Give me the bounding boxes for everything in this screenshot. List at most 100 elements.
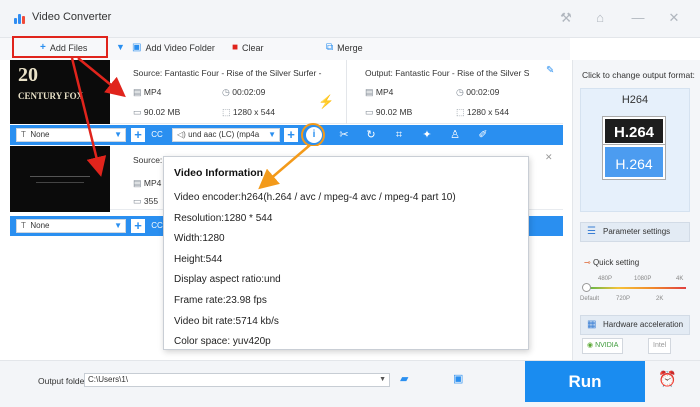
output-format-name: H264: [621, 94, 649, 106]
hardware-acceleration-button[interactable]: ▦ Hardware acceleration: [580, 315, 690, 335]
open-folder-icon[interactable]: ▰: [400, 372, 408, 385]
quality-slider-knob[interactable]: [582, 283, 591, 292]
nvidia-logo[interactable]: ◉ NVIDIA: [582, 338, 624, 354]
output-duration-1: 00:02:09: [466, 87, 500, 97]
info-height: Height:544: [174, 253, 223, 265]
tick-label: 480P: [598, 276, 613, 282]
output-resolution-1: 1280 x 544: [466, 107, 509, 117]
info-aspect-ratio: Display aspect ratio:und: [174, 274, 281, 286]
output-label-1: Output: Fantastic Four - Rise of the Sil…: [365, 68, 530, 78]
close-button[interactable]: ✕: [664, 8, 684, 28]
info-frame-rate: Frame rate:23.98 fps: [174, 294, 267, 306]
source-label-1: Source: Fantastic Four - Rise of the Sil…: [133, 68, 322, 78]
edit-toolbar-1: T None ▼ + CC ◁) und aac (LC) (mp4a ▼ + i …: [10, 125, 563, 145]
video-info-popup: Video Information Video encoder:h264(h.2…: [163, 156, 529, 350]
source-size-2: 355: [143, 196, 159, 206]
tick-label: Default: [580, 296, 600, 302]
cart-icon[interactable]: ⌂: [590, 8, 610, 28]
clock-icon: ◷: [222, 87, 230, 97]
trash-icon: ■: [232, 42, 239, 53]
effects-icon[interactable]: ✦: [419, 127, 435, 143]
add-audio-button[interactable]: +: [284, 128, 298, 142]
source-format-1: MP4: [143, 87, 162, 97]
source-resolution-1: 1280 x 544: [232, 107, 275, 117]
rotate-icon[interactable]: ↻: [363, 127, 379, 143]
info-highlight-ring: [301, 123, 325, 147]
divider: [346, 60, 347, 124]
chip-icon: ▦: [587, 319, 597, 330]
minimize-button[interactable]: —: [628, 8, 648, 28]
clock-icon: ◷: [456, 87, 464, 97]
resolution-icon: ⬚: [456, 107, 465, 117]
convert-lightning-icon: ⚡: [318, 94, 335, 109]
watermark-icon[interactable]: ♙: [447, 127, 463, 143]
tick-label: 2K: [656, 296, 664, 302]
tick-label: 720P: [616, 296, 631, 302]
h264-badge-top: H.264: [603, 117, 665, 145]
video-thumbnail-2[interactable]: [10, 146, 110, 212]
window-title: Video Converter: [32, 11, 112, 23]
video-thumbnail-1[interactable]: 20 CENTURY FOX: [10, 60, 110, 124]
subtitle-select-2[interactable]: T None ▼: [16, 219, 126, 233]
format-icon: ▤: [133, 87, 142, 97]
add-subtitle-button[interactable]: +: [131, 219, 145, 233]
merge-icon: ⧉: [326, 42, 334, 53]
output-folder-label: Output folder:: [38, 376, 90, 386]
output-format-1: MP4: [375, 87, 394, 97]
popup-title: Video Information: [174, 167, 264, 179]
source-format-2: MP4: [143, 178, 162, 188]
info-width: Width:1280: [174, 233, 225, 245]
feedback-icon[interactable]: ⚒: [556, 8, 576, 28]
thumbnail-text-line: [36, 182, 84, 183]
file-size-icon: ▭: [133, 196, 142, 206]
clear-label: Clear: [242, 42, 264, 53]
cut-icon[interactable]: ✂: [336, 127, 352, 143]
nvidia-eye-icon: ◉: [587, 342, 594, 349]
tick-label: 1080P: [634, 276, 652, 282]
info-video-encoder: Video encoder:h264(h.264 / avc / mpeg-4 …: [174, 192, 456, 203]
merge-label: Merge: [337, 42, 363, 53]
add-video-folder-button[interactable]: ▣ Add Video Folder: [132, 42, 215, 53]
parameter-settings-button[interactable]: ☰ Parameter settings: [580, 222, 690, 242]
info-color-space: Color space: yuv420p: [174, 336, 271, 348]
tick-label: 4K: [676, 276, 684, 282]
crop-icon[interactable]: ⌗: [391, 127, 407, 143]
subtitle-select-1[interactable]: T None ▼: [16, 128, 126, 142]
output-format-title: Click to change output format:: [582, 70, 695, 80]
add-subtitle-button[interactable]: +: [131, 128, 145, 142]
intel-logo[interactable]: Intel: [648, 338, 672, 354]
format-icon: ▤: [133, 178, 142, 188]
source-duration-1: 00:02:09: [232, 87, 266, 97]
output-size-1: 90.02 MB: [375, 107, 413, 117]
thumbnail-logo: 20 CENTURY FOX: [18, 64, 84, 101]
subtitle-cc-icon[interactable]: CC: [149, 127, 165, 143]
output-folder-input[interactable]: C:\Users\1\ ▼: [84, 373, 390, 387]
preview-folder-icon[interactable]: ▣: [453, 372, 463, 385]
file-size-icon: ▭: [133, 107, 142, 117]
info-bit-rate: Video bit rate:5714 kb/s: [174, 315, 279, 327]
format-icon: ▤: [365, 87, 374, 97]
sliders-icon: ☰: [587, 226, 596, 237]
audio-track-select-1[interactable]: ◁) und aac (LC) (mp4a ▼: [172, 128, 280, 142]
add-video-folder-label: Add Video Folder: [145, 42, 215, 53]
add-files-dropdown-icon[interactable]: ▼: [116, 42, 125, 52]
quick-setting-icon: ⊸: [584, 258, 591, 267]
remove-file-icon[interactable]: ✕: [545, 152, 553, 163]
folder-plus-icon: ▣: [132, 42, 142, 53]
clear-button[interactable]: ■ Clear: [232, 42, 264, 53]
alarm-clock-icon[interactable]: ⏰: [658, 370, 677, 388]
app-logo-icon: [14, 12, 26, 24]
subtitle-edit-icon[interactable]: ✐: [475, 127, 491, 143]
h264-badge-bottom: H.264: [603, 145, 665, 179]
info-resolution: Resolution:1280 * 544: [174, 212, 273, 224]
quick-setting-label: ⊸ Quick setting: [584, 258, 640, 267]
resolution-icon: ⬚: [222, 107, 231, 117]
run-button[interactable]: Run: [525, 361, 645, 402]
file-size-icon: ▭: [365, 107, 374, 117]
merge-button[interactable]: ⧉ Merge: [326, 42, 363, 53]
add-files-highlight: [12, 36, 108, 58]
edit-output-icon[interactable]: ✎: [546, 65, 554, 76]
source-size-1: 90.02 MB: [143, 107, 181, 117]
thumbnail-text-line: [30, 176, 90, 177]
quality-slider-track[interactable]: [584, 287, 686, 289]
